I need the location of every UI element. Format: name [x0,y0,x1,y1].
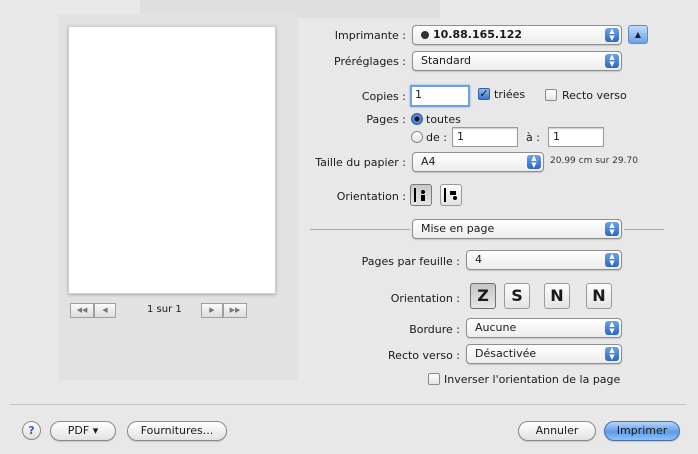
popup-arrows-icon: ▲ ▼ [527,155,541,169]
popup-arrows-icon: ▲ ▼ [605,28,619,42]
disclosure-up-icon: ▲ [634,30,642,39]
popup-arrows-icon: ▲ ▼ [605,222,619,236]
printer-value: 10.88.165.122 [433,28,523,41]
duplex-label: Recto verso [562,89,627,102]
paper-popup[interactable]: A4 ▲ ▼ [412,152,544,172]
help-icon: ? [28,424,35,437]
paper-label: Taille du papier : [315,156,406,169]
info-dot-icon [421,31,429,39]
pages-per-sheet-value: 4 [475,253,482,266]
paper-value: A4 [421,155,436,168]
reverse-orientation-label: Inverser l'orientation de la page [444,373,621,386]
collated-checkbox[interactable]: ✓ [478,88,490,100]
pages-to-field[interactable]: 1 [548,127,604,147]
pages-per-sheet-label: Pages par feuille : [361,255,460,268]
layout-duplex-label: Recto verso : [388,349,460,362]
printer-popup[interactable]: 10.88.165.122 ▲ ▼ [412,25,622,45]
section-divider-left [310,229,410,230]
pages-range-radio[interactable] [411,131,423,143]
last-page-button[interactable]: ▶▶ [223,303,247,318]
layout-direction-label: Orientation : [390,292,460,305]
prev-page-button[interactable]: ◀ [94,303,116,318]
landscape-button[interactable] [440,184,462,206]
landscape-icon [444,188,457,202]
first-page-button[interactable]: ◀◀ [70,303,94,318]
copies-label: Copies : [361,90,406,103]
layout-n-button[interactable]: N [544,283,570,309]
layout-duplex-popup[interactable]: Désactivée ▲ ▼ [466,344,622,364]
section-divider-right [624,229,664,230]
pages-all-radio[interactable] [411,113,423,125]
cancel-button[interactable]: Annuler [518,421,596,441]
border-label: Bordure : [409,323,460,336]
layout-z-button[interactable]: Z [470,283,496,309]
section-popup[interactable]: Mise en page ▲ ▼ [412,219,622,239]
footer-divider [10,404,686,405]
layout-s-button[interactable]: S [504,283,530,309]
popup-arrows-icon: ▲ ▼ [605,321,619,335]
presets-value: Standard [421,54,472,67]
presets-popup[interactable]: Standard ▲ ▼ [412,51,622,71]
paper-dimensions: 20.99 cm sur 29.70 [550,156,638,166]
section-value: Mise en page [421,222,495,235]
border-value: Aucune [475,321,517,334]
supplies-button[interactable]: Fournitures... [127,421,227,441]
duplex-checkbox[interactable] [545,89,557,101]
next-page-button[interactable]: ▶ [201,303,223,318]
disclosure-button[interactable]: ▲ [628,25,648,44]
copies-field[interactable]: 1 [410,85,470,107]
pdf-button[interactable]: PDF ▾ [50,421,116,441]
presets-label: Préréglages : [334,55,406,68]
pages-from-field[interactable]: 1 [452,127,518,147]
reverse-orientation-checkbox[interactable] [428,373,440,385]
help-button[interactable]: ? [22,421,41,440]
portrait-button[interactable] [410,184,432,206]
pages-from-label: de : [426,131,447,144]
collated-label: triées [494,88,526,101]
layout-n-reverse-button[interactable]: N [586,283,612,309]
layout-duplex-value: Désactivée [475,347,537,360]
portrait-icon [414,188,425,202]
print-button[interactable]: Imprimer [604,421,680,441]
border-popup[interactable]: Aucune ▲ ▼ [466,318,622,338]
pages-all-label: toutes [426,113,461,126]
pages-to-label: à : [526,131,540,144]
printer-label: Imprimante : [334,29,406,42]
pages-label: Pages : [366,113,406,126]
preview-page [68,26,276,294]
popup-arrows-icon: ▲ ▼ [605,54,619,68]
popup-arrows-icon: ▲ ▼ [605,253,619,267]
orientation-label: Orientation : [336,190,406,203]
page-counter: 1 sur 1 [147,304,182,315]
pages-per-sheet-popup[interactable]: 4 ▲ ▼ [466,250,622,270]
popup-arrows-icon: ▲ ▼ [605,347,619,361]
